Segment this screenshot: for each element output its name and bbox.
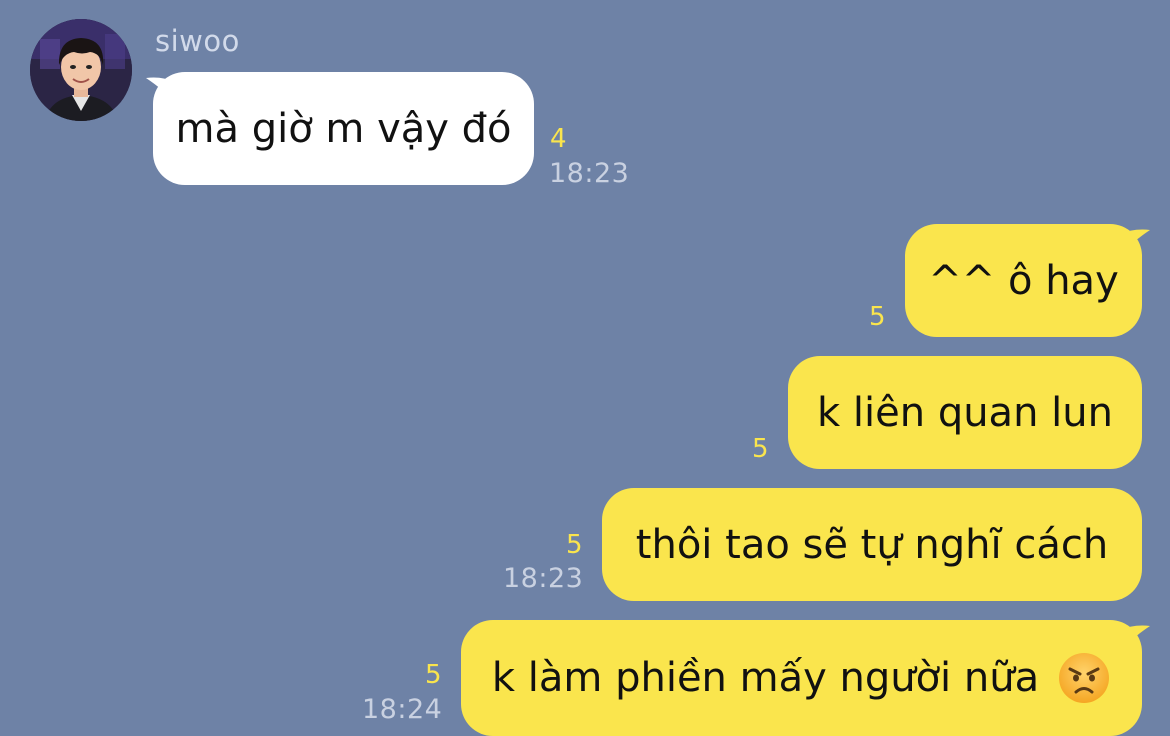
message-text: k liên quan lun [817, 389, 1113, 436]
avatar[interactable] [30, 19, 132, 121]
message-text: thôi tao sẽ tự nghĩ cách [635, 521, 1109, 568]
unread-count: 5 [869, 302, 886, 332]
message-text: ^^ ô hay [928, 257, 1119, 304]
message-bubble-outgoing[interactable]: thôi tao sẽ tự nghĩ cách [602, 488, 1142, 601]
message-text: k làm phiền mấy người nữa [491, 655, 1040, 701]
unread-count: 4 [550, 124, 567, 154]
message-time: 18:23 [503, 563, 584, 594]
message-bubble-incoming[interactable]: mà giờ m vậy đó [153, 72, 534, 185]
message-bubble-outgoing[interactable]: k làm phiền mấy người nữa [461, 620, 1142, 736]
message-time: 18:24 [362, 694, 443, 725]
message-bubble-outgoing[interactable]: k liên quan lun [788, 356, 1142, 469]
message-time: 18:23 [549, 158, 630, 189]
message-bubble-outgoing[interactable]: ^^ ô hay [905, 224, 1142, 337]
message-text: mà giờ m vậy đó [175, 105, 512, 152]
sender-name: siwoo [155, 24, 240, 58]
angry-face-icon [1057, 651, 1111, 705]
unread-count: 5 [425, 660, 442, 690]
unread-count: 5 [752, 434, 769, 464]
unread-count: 5 [566, 530, 583, 560]
